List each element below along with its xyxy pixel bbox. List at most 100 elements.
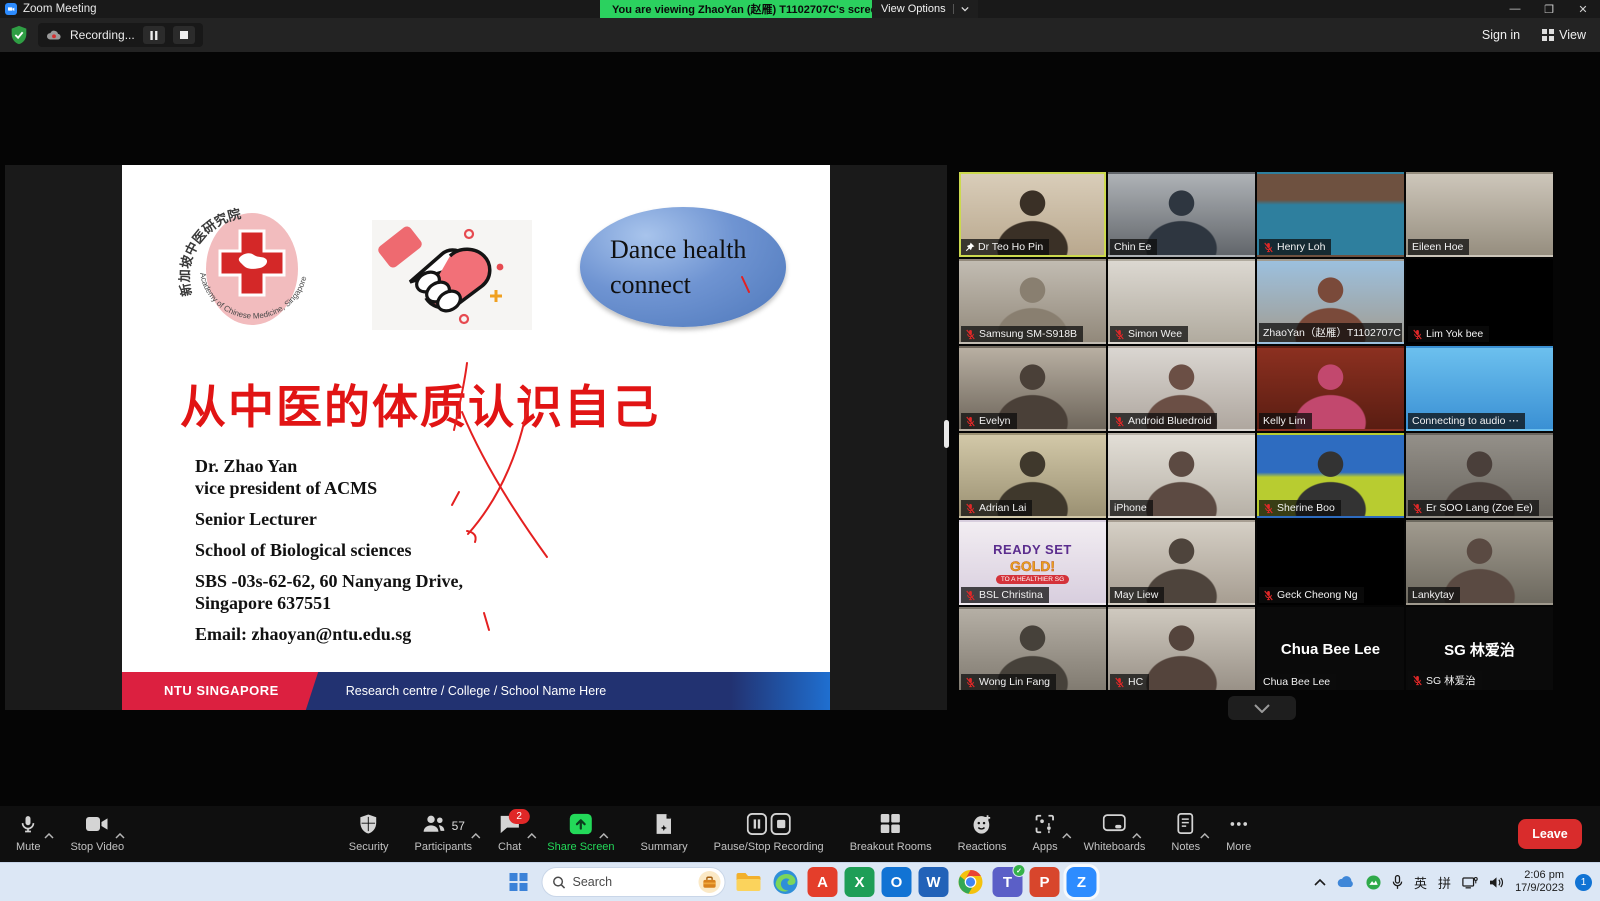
participant-tile[interactable]: READY SETGOLD!TO A HEALTHIER SGBSL Chris… <box>959 520 1106 605</box>
participant-tile[interactable]: Connecting to audio ⋯ <box>1406 346 1553 431</box>
toolbar-reactions-button[interactable]: Reactions <box>958 806 1007 862</box>
taskbar-search-input[interactable]: Search <box>542 867 726 897</box>
participant-tile[interactable]: Chua Bee LeeChua Bee Lee <box>1257 607 1404 690</box>
shared-screen-region[interactable]: 新加坡中医研究院 Academy of Chinese Medicine, Si… <box>5 165 947 710</box>
toolbar-stop-video-button[interactable]: Stop Video <box>70 806 124 862</box>
taskbar-clock[interactable]: 2:06 pm 17/9/2023 <box>1515 869 1564 895</box>
chevron-up-icon[interactable] <box>1200 833 1210 839</box>
chevron-up-icon[interactable] <box>527 826 537 844</box>
participant-tile[interactable]: May Liew <box>1108 520 1255 605</box>
windows-taskbar: Search AXOW T✓PZ 英 拼 2:06 pm 17/9/2023 1 <box>0 862 1600 901</box>
chevron-up-icon[interactable] <box>115 833 125 839</box>
ime-language-button[interactable]: 英 <box>1414 873 1427 892</box>
view-button[interactable]: View <box>1542 28 1586 42</box>
participant-tile[interactable]: Eileen Hoe <box>1406 172 1553 257</box>
participant-tile[interactable]: iPhone <box>1108 433 1255 518</box>
participant-tile[interactable]: Wong Lin Fang <box>959 607 1106 690</box>
participant-tile[interactable]: Simon Wee <box>1108 259 1255 344</box>
participant-tile[interactable]: Lim Yok bee <box>1406 259 1553 344</box>
gallery-resize-handle[interactable] <box>944 420 949 448</box>
chevron-up-icon[interactable] <box>1132 833 1142 839</box>
sign-in-button[interactable]: Sign in <box>1482 28 1520 42</box>
powerpoint-icon[interactable]: P <box>1030 867 1060 897</box>
participant-tile[interactable]: Kelly Lim <box>1257 346 1404 431</box>
view-options-button[interactable]: View Options <box>872 0 978 18</box>
onedrive-icon[interactable] <box>1337 876 1355 888</box>
zoom-control-toolbar: Mute Stop Video Security 57Participants 2Ch… <box>0 806 1600 862</box>
microphone-tray-icon[interactable] <box>1392 875 1403 890</box>
toolbar-pause-stop-recording-button[interactable]: Pause/Stop Recording <box>714 806 824 862</box>
toolbar-apps-button[interactable]: Apps <box>1033 806 1058 862</box>
participant-tile[interactable]: Er SOO Lang (Zoe Ee) <box>1406 433 1553 518</box>
chevron-up-icon[interactable] <box>1062 826 1072 844</box>
participant-tile[interactable]: HC <box>1108 607 1255 690</box>
participant-name-label: Connecting to audio ⋯ <box>1408 413 1525 429</box>
participant-tile[interactable]: ZhaoYan（赵雁）T1102707C <box>1257 259 1404 344</box>
file-explorer-icon[interactable] <box>734 867 764 897</box>
outlook-icon[interactable]: O <box>882 867 912 897</box>
teams-status-badge: ✓ <box>1013 864 1026 877</box>
participant-tile[interactable]: Android Bluedroid <box>1108 346 1255 431</box>
toolbar-security-button[interactable]: Security <box>349 806 389 862</box>
ime-pinyin-button[interactable]: 拼 <box>1438 873 1451 892</box>
toolbar-whiteboards-button[interactable]: Whiteboards <box>1084 806 1146 862</box>
toolbar-chat-button[interactable]: 2Chat <box>498 806 521 862</box>
excel-icon[interactable]: X <box>845 867 875 897</box>
toolbar-more-button[interactable]: More <box>1226 806 1251 862</box>
toolbar-mute-button[interactable]: Mute <box>16 806 40 862</box>
participant-tile[interactable]: Sherine Boo <box>1257 433 1404 518</box>
edge-icon[interactable] <box>771 867 801 897</box>
chrome-icon[interactable] <box>956 867 986 897</box>
chevron-up-icon[interactable] <box>471 826 481 844</box>
leave-button[interactable]: Leave <box>1518 819 1582 849</box>
chevron-up-icon[interactable] <box>1200 826 1210 844</box>
volume-icon[interactable] <box>1489 876 1504 889</box>
tray-app-icon[interactable] <box>1366 875 1381 890</box>
participant-tile[interactable]: Dr Teo Ho Pin <box>959 172 1106 257</box>
tray-chevron-up-icon[interactable] <box>1314 878 1326 886</box>
notification-badge[interactable]: 1 <box>1575 874 1592 891</box>
word-icon[interactable]: W <box>919 867 949 897</box>
pause-recording-button[interactable] <box>143 26 165 44</box>
chevron-up-icon[interactable] <box>1132 826 1142 844</box>
chevron-up-icon[interactable] <box>471 833 481 839</box>
start-button[interactable] <box>504 867 534 897</box>
cloud-recording-icon <box>46 29 62 42</box>
chevron-up-icon[interactable] <box>115 826 125 844</box>
participant-tile[interactable]: Samsung SM-S918B <box>959 259 1106 344</box>
restore-button[interactable]: ❐ <box>1532 0 1566 18</box>
participant-tile[interactable]: Henry Loh <box>1257 172 1404 257</box>
acrobat-icon[interactable]: A <box>808 867 838 897</box>
participant-tile[interactable]: Evelyn <box>959 346 1106 431</box>
cast-icon[interactable] <box>1462 876 1478 889</box>
chevron-up-icon[interactable] <box>1062 833 1072 839</box>
summary-icon <box>655 813 673 840</box>
participant-tile[interactable]: Geck Cheong Ng <box>1257 520 1404 605</box>
chevron-up-icon[interactable] <box>44 826 54 844</box>
teams-icon[interactable]: T✓ <box>993 867 1023 897</box>
toolbar-share-screen-button[interactable]: Share Screen <box>547 806 614 862</box>
minimize-button[interactable]: — <box>1498 0 1532 18</box>
chevron-up-icon[interactable] <box>599 833 609 839</box>
muted-mic-icon <box>1412 675 1423 686</box>
stop-recording-button[interactable] <box>173 26 195 44</box>
presenter-info-line: Email: zhaoyan@ntu.edu.sg <box>195 623 463 645</box>
participant-tile[interactable]: Lankytay <box>1406 520 1553 605</box>
toolbar-summary-button[interactable]: Summary <box>641 806 688 862</box>
chevron-up-icon[interactable] <box>599 826 609 844</box>
close-button[interactable]: ✕ <box>1566 0 1600 18</box>
chevron-up-icon[interactable] <box>44 833 54 839</box>
participant-tile[interactable]: Chin Ee <box>1108 172 1255 257</box>
toolbar-breakout-rooms-button[interactable]: Breakout Rooms <box>850 806 932 862</box>
meeting-main-area: 新加坡中医研究院 Academy of Chinese Medicine, Si… <box>0 52 1600 806</box>
participant-count: 57 <box>452 819 465 833</box>
chevron-up-icon[interactable] <box>527 833 537 839</box>
encryption-shield-icon[interactable] <box>8 24 30 46</box>
gallery-scroll-down-button[interactable] <box>1228 696 1296 720</box>
zoom-icon[interactable]: Z <box>1067 867 1097 897</box>
toolbar-participants-button[interactable]: 57Participants <box>415 806 472 862</box>
participant-tile[interactable]: Adrian Lai <box>959 433 1106 518</box>
participant-tile[interactable]: SG 林爱治SG 林爱治 <box>1406 607 1553 690</box>
muted-mic-icon <box>965 329 976 340</box>
toolbar-notes-button[interactable]: Notes <box>1171 806 1200 862</box>
